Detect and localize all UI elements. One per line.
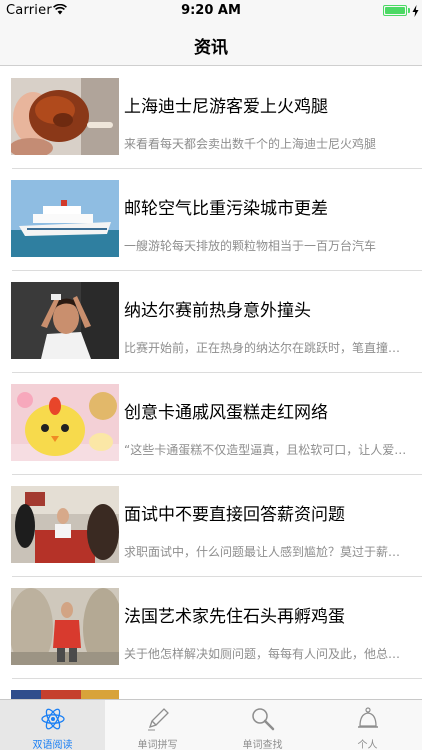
- charging-icon: [412, 5, 419, 17]
- news-item[interactable]: 面试中不要直接回答薪资问题 求职面试中，什么问题最让人感到尴尬？莫过于薪资问题: [0, 475, 422, 577]
- news-summary: “这些卡通蛋糕不仅造型逼真，且松软可口，让人爱不释手: [124, 443, 408, 457]
- tab-label: 个人: [357, 740, 378, 750]
- tab-word-spelling[interactable]: 单词拼写: [105, 700, 210, 750]
- tab-label: 双语阅读: [32, 740, 73, 750]
- news-summary: 比赛开始前，正在热身的纳达尔在跳跃时，笔直撞到了头: [124, 341, 408, 355]
- page-title: 资讯: [194, 38, 228, 58]
- news-title: 面试中不要直接回答薪资问题: [124, 505, 345, 525]
- news-item[interactable]: 法国艺术家先住石头再孵鸡蛋 关于他怎样解决如厕问题，每每有人问及此，他总是笑着回…: [0, 577, 422, 679]
- news-item[interactable]: 纳达尔赛前热身意外撞头 比赛开始前，正在热身的纳达尔在跳跃时，笔直撞到了头: [0, 271, 422, 373]
- news-list[interactable]: 上海迪士尼游客爱上火鸡腿 来看看每天都会卖出数千个的上海迪士尼火鸡腿 邮轮空气比…: [0, 67, 422, 699]
- tennis-player-photo: [11, 282, 119, 359]
- tab-bar: 双语阅读 单词拼写 单词查找 个人: [0, 699, 422, 750]
- news-title: 上海迪士尼游客爱上火鸡腿: [124, 97, 328, 117]
- tab-label: 单词查找: [242, 740, 283, 750]
- news-item[interactable]: 邮轮空气比重污染城市更差 一艘游轮每天排放的颗粒物相当于一百万台汽车: [0, 169, 422, 271]
- clock: 9:20 AM: [181, 3, 241, 18]
- next-news-photo: [11, 690, 119, 699]
- news-summary: 关于他怎样解决如厕问题，每每有人问及此，他总是笑着回答: [124, 647, 408, 661]
- battery-cap: [408, 8, 410, 13]
- job-interview-photo: [11, 486, 119, 563]
- tab-bilingual-reading[interactable]: 双语阅读: [0, 700, 105, 750]
- person-bell-icon: [358, 707, 378, 728]
- news-summary: 来看看每天都会卖出数千个的上海迪士尼火鸡腿: [124, 137, 377, 151]
- navigation-bar: 资讯: [0, 22, 422, 66]
- atom-icon: [41, 708, 65, 730]
- news-title: 创意卡通戚风蛋糕走红网络: [124, 403, 328, 423]
- tab-label: 单词拼写: [137, 740, 178, 750]
- tab-personal[interactable]: 个人: [315, 700, 420, 750]
- news-item[interactable]: 上海迪士尼游客爱上火鸡腿 来看看每天都会卖出数千个的上海迪士尼火鸡腿: [0, 67, 422, 169]
- news-summary: 一艘游轮每天排放的颗粒物相当于一百万台汽车: [124, 239, 377, 253]
- news-item[interactable]: [0, 679, 422, 699]
- magnifier-icon: [252, 708, 275, 731]
- stone-artist-photo: [11, 588, 119, 665]
- cruise-ship-photo: [11, 180, 119, 257]
- news-title: 纳达尔赛前热身意外撞头: [124, 301, 311, 321]
- cartoon-cake-photo: [11, 384, 119, 461]
- battery-icon: [383, 5, 407, 16]
- tab-word-lookup[interactable]: 单词查找: [210, 700, 315, 750]
- pen-icon: [148, 708, 169, 731]
- news-summary: 求职面试中，什么问题最让人感到尴尬？莫过于薪资问题: [124, 545, 408, 559]
- status-bar: Carrier 9:20 AM: [0, 0, 422, 22]
- news-title: 邮轮空气比重污染城市更差: [124, 199, 328, 219]
- news-title: 法国艺术家先住石头再孵鸡蛋: [124, 607, 345, 627]
- turkey-leg-photo: [11, 78, 119, 155]
- news-item[interactable]: 创意卡通戚风蛋糕走红网络 “这些卡通蛋糕不仅造型逼真，且松软可口，让人爱不释手: [0, 373, 422, 475]
